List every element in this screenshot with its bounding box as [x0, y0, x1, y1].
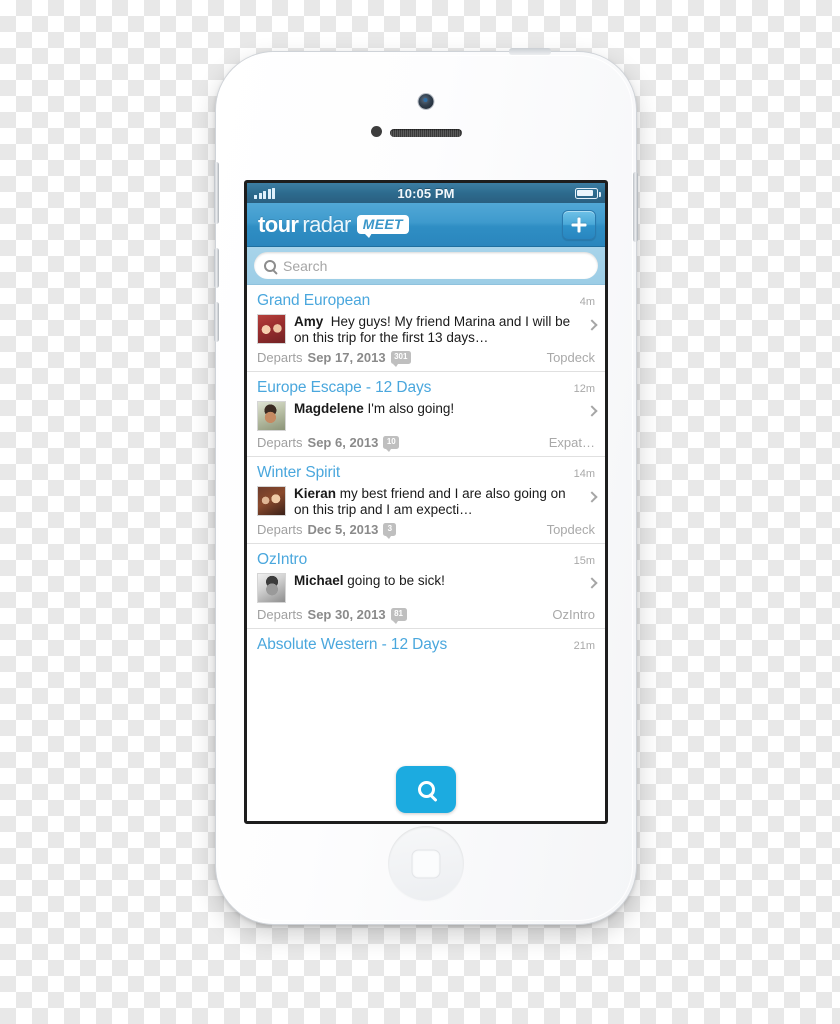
- message-text: Kieran my best friend and I are also goi…: [294, 486, 579, 518]
- avatar: [257, 314, 286, 344]
- list-item[interactable]: Europe Escape - 12 Days 12m Magdelene I'…: [247, 372, 605, 457]
- message-text: Amy Hey guys! My friend Marina and I wil…: [294, 314, 579, 346]
- volume-down-button[interactable]: [214, 302, 219, 342]
- list-item[interactable]: Grand European 4m Amy Hey guys! My frien…: [247, 285, 605, 372]
- list-item[interactable]: OzIntro 15m Michael going to be sick! De…: [247, 544, 605, 629]
- message-author: Amy: [294, 314, 324, 329]
- search-icon: [264, 259, 276, 272]
- departure-info: Departs Sep 6, 2013 10: [257, 435, 400, 452]
- search-placeholder: Search: [283, 257, 328, 274]
- app-logo: tour radar MEET: [256, 212, 409, 238]
- message-text: Michael going to be sick!: [294, 573, 445, 589]
- tour-title: Europe Escape - 12 Days: [257, 379, 432, 396]
- timestamp: 14m: [573, 468, 595, 480]
- status-bar: 10:05 PM: [247, 183, 605, 203]
- message-author: Kieran: [294, 486, 337, 501]
- search-icon: [417, 781, 435, 798]
- departs-date: Sep 30, 2013: [307, 607, 386, 622]
- comment-count-badge: 301: [390, 350, 411, 367]
- tour-title: Grand European: [257, 292, 371, 309]
- app-navigation-bar: tour radar MEET: [247, 203, 605, 247]
- timestamp: 21m: [573, 640, 595, 652]
- battery-icon: [575, 187, 601, 199]
- comment-count-badge: 10: [383, 435, 400, 452]
- tour-title: OzIntro: [257, 551, 308, 568]
- message-text: Magdelene I'm also going!: [294, 401, 454, 417]
- departs-date: Dec 5, 2013: [307, 522, 379, 537]
- earpiece-speaker: [390, 129, 462, 137]
- search-input[interactable]: Search: [254, 252, 598, 279]
- power-button[interactable]: [509, 48, 551, 55]
- search-bar: Search: [247, 247, 605, 285]
- iphone-device: 10:05 PM tour radar MEET Search Grand Eu…: [214, 48, 638, 924]
- home-button[interactable]: [388, 826, 464, 902]
- comment-count-badge: 3: [383, 522, 397, 539]
- tour-title: Winter Spirit: [257, 464, 341, 481]
- operator-name: Expat…: [548, 435, 595, 450]
- message-body: going to be sick!: [347, 573, 445, 588]
- departs-date: Sep 6, 2013: [307, 435, 379, 450]
- logo-meet-badge: MEET: [356, 215, 409, 238]
- operator-name: Topdeck: [546, 522, 595, 537]
- avatar: [257, 486, 286, 516]
- departs-date: Sep 17, 2013: [307, 350, 386, 365]
- avatar: [257, 401, 286, 431]
- avatar: [257, 573, 286, 603]
- operator-name: OzIntro: [552, 607, 595, 622]
- message-author: Magdelene: [294, 401, 364, 416]
- message-author: Michael: [294, 573, 344, 588]
- departure-info: Departs Sep 17, 2013 301: [257, 350, 411, 367]
- search-fab-button[interactable]: [396, 766, 456, 813]
- add-button[interactable]: [562, 209, 596, 240]
- departure-info: Departs Dec 5, 2013 3: [257, 522, 397, 539]
- message-body: I'm also going!: [367, 401, 455, 416]
- logo-text-tour: tour: [258, 211, 299, 237]
- conversation-list[interactable]: Grand European 4m Amy Hey guys! My frien…: [247, 285, 605, 821]
- list-item[interactable]: Winter Spirit 14m Kieran my best friend …: [247, 457, 605, 544]
- message-body: Hey guys! My friend Marina and I will be…: [294, 314, 571, 345]
- departs-label: Departs: [257, 522, 303, 537]
- timestamp: 15m: [573, 555, 595, 567]
- departs-label: Departs: [257, 607, 303, 622]
- timestamp: 4m: [579, 296, 595, 308]
- proximity-sensor-icon: [371, 126, 382, 137]
- right-side-band: [633, 172, 638, 242]
- list-item[interactable]: Absolute Western - 12 Days 21m: [247, 629, 605, 654]
- timestamp: 12m: [573, 383, 595, 395]
- volume-up-button[interactable]: [214, 248, 219, 288]
- phone-screen: 10:05 PM tour radar MEET Search Grand Eu…: [244, 180, 608, 824]
- departs-label: Departs: [257, 350, 303, 365]
- logo-text-radar: radar: [302, 211, 351, 237]
- front-camera-icon: [418, 94, 434, 109]
- silent-switch[interactable]: [214, 162, 219, 224]
- comment-count-badge: 81: [390, 607, 407, 624]
- departure-info: Departs Sep 30, 2013 81: [257, 607, 407, 624]
- operator-name: Topdeck: [546, 350, 595, 365]
- tour-title: Absolute Western - 12 Days: [257, 636, 448, 653]
- departs-label: Departs: [257, 435, 303, 450]
- status-bar-clock: 10:05 PM: [397, 185, 455, 201]
